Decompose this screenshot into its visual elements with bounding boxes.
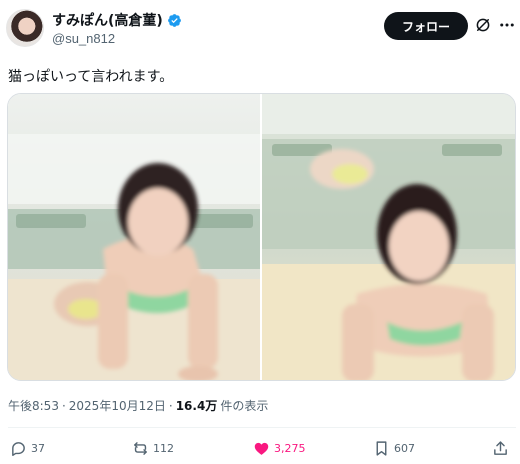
bookmark-count: 607 [394, 442, 415, 455]
meta-separator: · [61, 398, 66, 413]
photo-1-image [8, 94, 260, 380]
author-display-name[interactable]: すみぽん(高倉菫) [52, 10, 163, 30]
repost-icon [134, 442, 147, 455]
tweet-header: すみぽん(高倉菫) @su_n812 フォロー [0, 0, 520, 60]
grok-icon[interactable] [474, 16, 492, 34]
repost-button[interactable]: 112 [132, 440, 174, 457]
action-bar: 37 112 3,275 607 [0, 432, 520, 462]
repost-count: 112 [153, 442, 174, 455]
tweet-meta: 午後8:53 · 2025年10月12日 · 16.4万 件の表示 [8, 397, 268, 414]
like-button[interactable]: 3,275 [253, 440, 306, 457]
avatar[interactable] [6, 9, 44, 47]
views-count: 16.4万 [175, 399, 218, 413]
reply-count: 37 [31, 442, 45, 455]
share-icon [494, 441, 507, 455]
tweet-media-grid [7, 93, 516, 381]
divider [8, 427, 516, 428]
reply-button[interactable]: 37 [10, 440, 45, 457]
more-options-icon[interactable] [498, 16, 516, 34]
tweet-text: 猫っぽいって言われます。 [8, 69, 174, 85]
media-photo-1[interactable] [8, 94, 260, 380]
author-handle[interactable]: @su_n812 [52, 31, 115, 46]
tweet-time[interactable]: 午後8:53 [8, 397, 59, 414]
views-label: 件の表示 [220, 399, 269, 413]
photo-2-image [262, 94, 515, 380]
meta-separator-2: · [168, 398, 173, 413]
author-name-row: すみぽん(高倉菫) [52, 10, 182, 30]
reply-icon [12, 442, 25, 456]
like-count: 3,275 [274, 442, 306, 455]
tweet-date[interactable]: 2025年10月12日 [69, 397, 166, 414]
share-button[interactable] [492, 440, 509, 457]
verified-badge-icon [167, 13, 181, 27]
bookmark-button[interactable]: 607 [373, 440, 415, 457]
bookmark-icon [376, 441, 387, 456]
heart-icon [254, 442, 269, 455]
media-photo-2[interactable] [262, 94, 515, 380]
follow-button[interactable]: フォロー [384, 12, 468, 40]
